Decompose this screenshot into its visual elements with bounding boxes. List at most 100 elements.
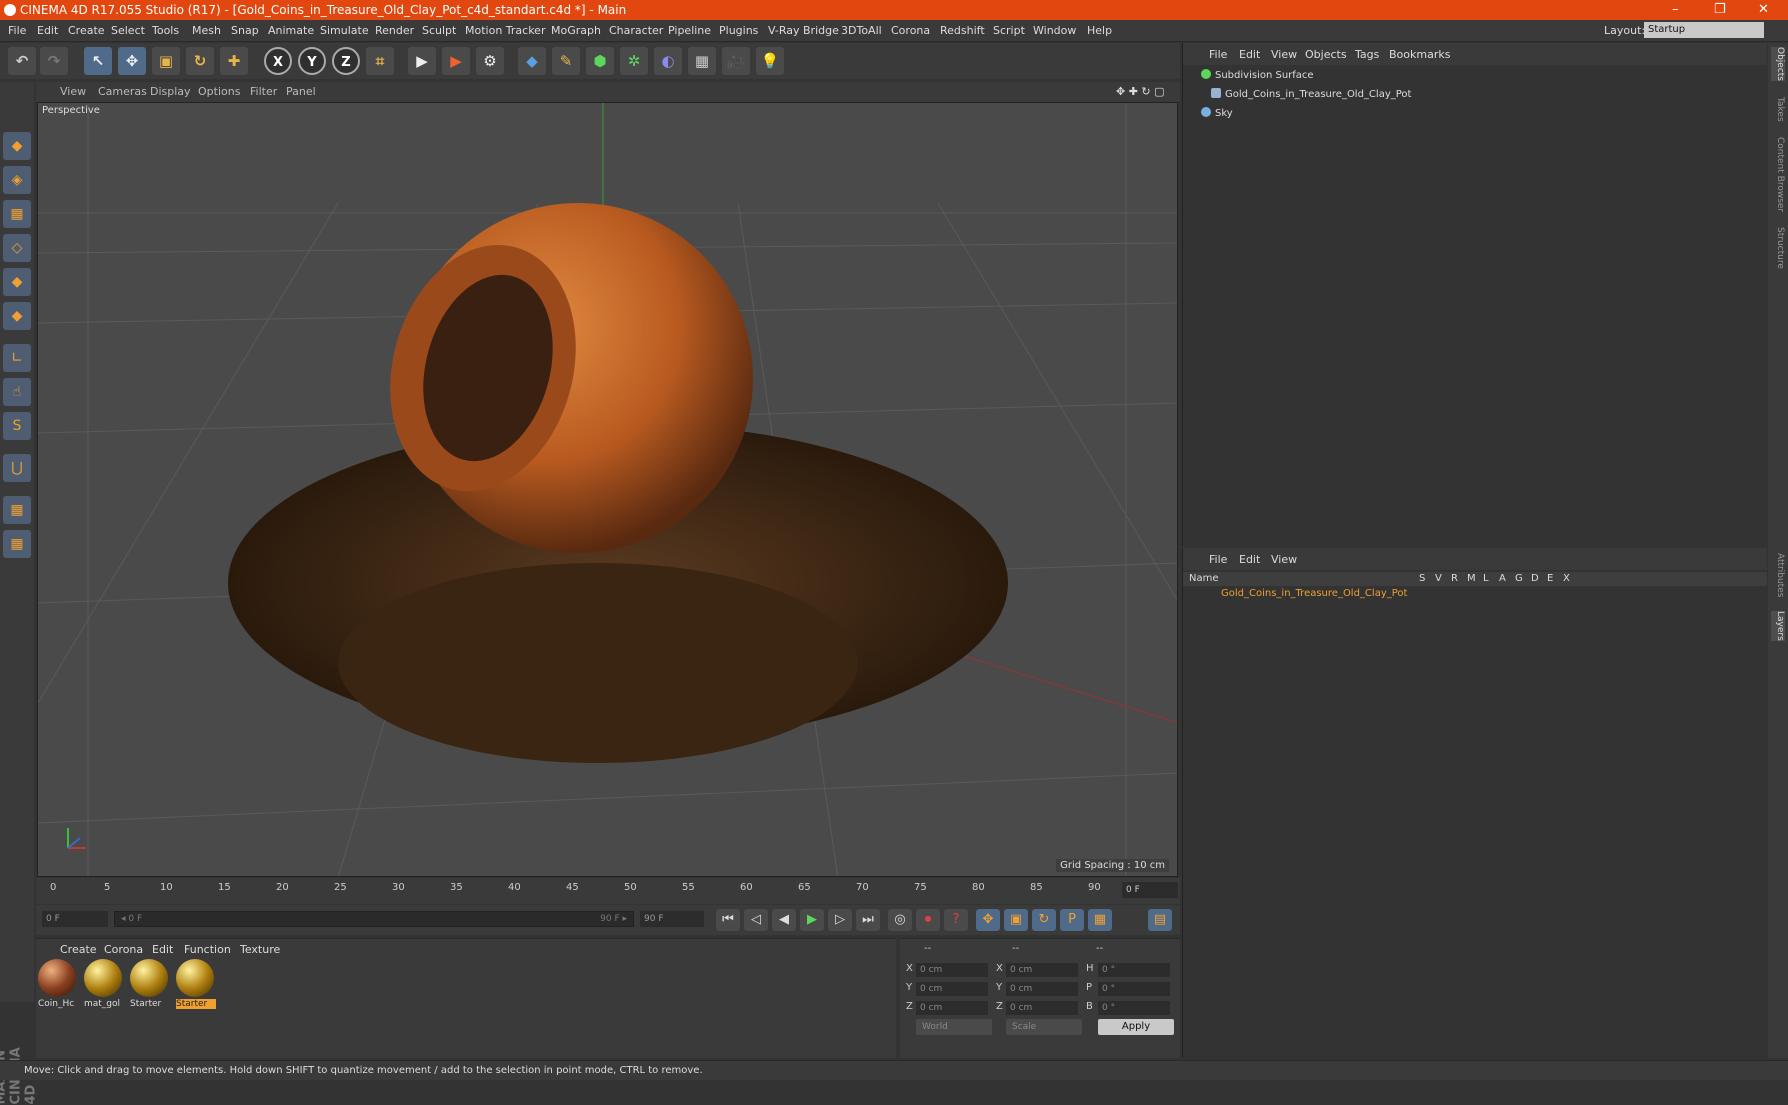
- menu-help[interactable]: Help: [1087, 24, 1112, 37]
- size-z-field[interactable]: 0 cm: [1006, 1001, 1078, 1015]
- key-pla-button[interactable]: ▦: [1088, 909, 1112, 931]
- menu-snap[interactable]: Snap: [231, 24, 259, 37]
- next-frame-button[interactable]: ▷: [828, 909, 852, 931]
- rotation-p-field[interactable]: 0 °: [1098, 982, 1170, 996]
- menu-mograph[interactable]: MoGraph: [551, 24, 601, 37]
- maximize-button[interactable]: ❐: [1714, 0, 1726, 20]
- coordinate-mode-select[interactable]: World: [916, 1019, 992, 1035]
- key-rotation-button[interactable]: ↻: [1032, 909, 1056, 931]
- size-y-field[interactable]: 0 cm: [1006, 982, 1078, 996]
- key-scale-button[interactable]: ▣: [1004, 909, 1028, 931]
- render-picture-viewer-button[interactable]: ▶: [442, 47, 470, 75]
- position-z-field[interactable]: 0 cm: [916, 1001, 988, 1015]
- tweak-mode-icon[interactable]: ☝: [3, 378, 31, 406]
- menu-simulate[interactable]: Simulate: [320, 24, 369, 37]
- menu-create[interactable]: Create: [68, 24, 105, 37]
- object-row-sky[interactable]: Sky: [1201, 106, 1233, 122]
- material-swatch[interactable]: Coin_Hc: [38, 959, 78, 1015]
- menu-select[interactable]: Select: [111, 24, 145, 37]
- play-button[interactable]: ▶: [800, 909, 824, 931]
- menu-pipeline[interactable]: Pipeline: [668, 24, 711, 37]
- previous-key-button[interactable]: ◁: [744, 909, 768, 931]
- menu-animate[interactable]: Animate: [268, 24, 314, 37]
- viewport-menu-view[interactable]: View: [60, 85, 86, 98]
- texture-mode-icon[interactable]: ◈: [3, 166, 31, 194]
- rotate-tool-button[interactable]: ↻: [186, 47, 214, 75]
- render-settings-button[interactable]: ⚙: [476, 47, 504, 75]
- object-row-subdivision-surface[interactable]: Subdivision Surface: [1201, 68, 1314, 84]
- add-object-button[interactable]: ✚: [220, 47, 248, 75]
- tab-content-browser[interactable]: Content Browser: [1771, 137, 1785, 212]
- viewport-navigation-icons[interactable]: ✥ ✚ ↻ ▢: [1116, 85, 1165, 98]
- camera-object-button[interactable]: 🎥: [722, 47, 750, 75]
- layers-menu-edit[interactable]: Edit: [1239, 553, 1260, 566]
- array-generator-button[interactable]: ✲: [620, 47, 648, 75]
- minimize-button[interactable]: –: [1672, 0, 1679, 20]
- edge-mode-icon[interactable]: ◆: [3, 268, 31, 296]
- objects-menu-bookmarks[interactable]: Bookmarks: [1389, 48, 1450, 61]
- go-to-end-button[interactable]: ⏭: [856, 909, 880, 931]
- menu-motion-tracker[interactable]: Motion Tracker: [465, 24, 545, 37]
- tab-attributes[interactable]: Attributes: [1771, 553, 1785, 597]
- objects-menu-edit[interactable]: Edit: [1239, 48, 1260, 61]
- point-mode-icon[interactable]: ◇: [3, 234, 31, 262]
- objects-menu-file[interactable]: File: [1209, 48, 1227, 61]
- pen-spline-button[interactable]: ✎: [552, 47, 580, 75]
- material-menu-corona[interactable]: Corona: [104, 943, 143, 956]
- menu-window[interactable]: Window: [1033, 24, 1076, 37]
- layers-menu-file[interactable]: File: [1209, 553, 1227, 566]
- menu-render[interactable]: Render: [375, 24, 414, 37]
- menu-redshift[interactable]: Redshift: [940, 24, 985, 37]
- floor-object-button[interactable]: ▦: [688, 47, 716, 75]
- layer-row-gold-coins[interactable]: Gold_Coins_in_Treasure_Old_Clay_Pot: [1221, 588, 1407, 599]
- frame-range-slider[interactable]: ◂ 0 F 90 F ▸: [114, 911, 634, 927]
- deformer-button[interactable]: ◐: [654, 47, 682, 75]
- key-position-button[interactable]: ✥: [976, 909, 1000, 931]
- model-mode-icon[interactable]: ◆: [3, 132, 31, 160]
- rotation-b-field[interactable]: 0 °: [1098, 1001, 1170, 1015]
- objects-menu-tags[interactable]: Tags: [1355, 48, 1379, 61]
- tab-structure[interactable]: Structure: [1771, 227, 1785, 269]
- render-view-button[interactable]: ▶: [408, 47, 436, 75]
- previous-frame-button[interactable]: ◀: [772, 909, 796, 931]
- redo-button[interactable]: ↷: [40, 47, 68, 75]
- snap-icon[interactable]: S: [3, 412, 31, 440]
- polygon-mode-icon[interactable]: ◆: [3, 302, 31, 330]
- layers-menu-view[interactable]: View: [1271, 553, 1297, 566]
- menu-sculpt[interactable]: Sculpt: [422, 24, 456, 37]
- viewport-menu-display[interactable]: Display: [150, 85, 191, 98]
- locked-workplane-icon[interactable]: ▦: [3, 496, 31, 524]
- material-menu-texture[interactable]: Texture: [240, 943, 280, 956]
- cube-object-button[interactable]: ◆: [518, 47, 546, 75]
- size-mode-select[interactable]: Scale: [1006, 1019, 1082, 1035]
- timeline-window-button[interactable]: ▤: [1148, 909, 1172, 931]
- planar-workplane-icon[interactable]: ▦: [3, 530, 31, 558]
- start-frame-field[interactable]: 0 F: [42, 911, 108, 927]
- menu-plugins[interactable]: Plugins: [719, 24, 758, 37]
- objects-menu-objects[interactable]: Objects: [1305, 48, 1347, 61]
- y-axis-button[interactable]: Y: [298, 47, 326, 75]
- record-keyframe-button[interactable]: ⏺: [916, 909, 940, 931]
- size-x-field[interactable]: 0 cm: [1006, 963, 1078, 977]
- menu-tools[interactable]: Tools: [152, 24, 179, 37]
- viewport-menu-cameras[interactable]: Cameras: [98, 85, 147, 98]
- viewport-menu-filter[interactable]: Filter: [250, 85, 277, 98]
- layout-select[interactable]: Startup: [1644, 22, 1764, 38]
- menu-edit[interactable]: Edit: [37, 24, 58, 37]
- material-menu-create[interactable]: Create: [60, 943, 97, 956]
- select-tool-button[interactable]: ↖: [84, 47, 112, 75]
- viewport-menu-options[interactable]: Options: [198, 85, 240, 98]
- tab-objects[interactable]: Objects: [1771, 47, 1785, 82]
- perspective-viewport[interactable]: Perspective Grid Spacing : 10 cm: [37, 102, 1178, 877]
- material-menu-function[interactable]: Function: [184, 943, 231, 956]
- end-frame-field[interactable]: 90 F: [640, 911, 704, 927]
- material-menu-edit[interactable]: Edit: [152, 943, 173, 956]
- record-position-button[interactable]: ◎: [888, 909, 912, 931]
- tab-takes[interactable]: Takes: [1771, 97, 1785, 122]
- coordinate-system-button[interactable]: ⌗: [366, 47, 394, 75]
- material-swatch[interactable]: Starter: [130, 959, 170, 1015]
- apply-button[interactable]: Apply: [1098, 1019, 1174, 1035]
- workplane-mode-icon[interactable]: ▦: [3, 200, 31, 228]
- menu-corona[interactable]: Corona: [891, 24, 930, 37]
- magnet-icon[interactable]: ⋃: [3, 454, 31, 482]
